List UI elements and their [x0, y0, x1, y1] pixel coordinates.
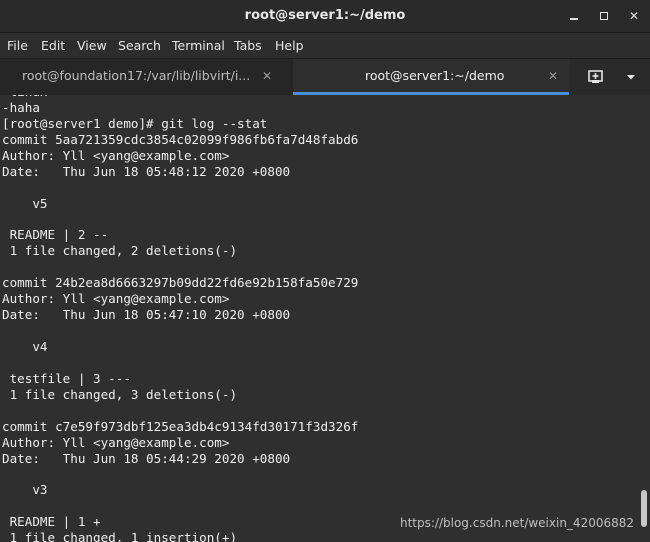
terminal-line: commit c7e59f973dbf125ea3db4c9134fd30171…	[2, 418, 359, 434]
terminal-line: -haha	[2, 99, 40, 115]
tab-label: root@foundation17:/var/lib/libvirt/i...	[22, 68, 251, 83]
terminal-lines: -linux-haha[root@server1 demo]# git log …	[2, 95, 358, 542]
terminal-line: commit 5aa721359cdc3854c02099f986fb6fa7d…	[2, 131, 359, 147]
scroll-thumb[interactable]	[641, 490, 647, 527]
terminal-line: Date: Thu Jun 18 05:47:10 2020 +0800	[2, 307, 291, 323]
menu-view[interactable]: View	[77, 33, 107, 58]
menu-help[interactable]: Help	[275, 33, 304, 58]
maximize-button[interactable]	[594, 6, 614, 26]
title-bar[interactable]: root@server1:~/demo ✕	[0, 0, 650, 33]
terminal-line: Author: Yll <yang@example.com>	[2, 291, 230, 307]
menu-bar: File Edit View Search Terminal Tabs Help	[0, 33, 650, 58]
tab-bar: root@foundation17:/var/lib/libvirt/i... …	[0, 58, 650, 96]
terminal-line: Author: Yll <yang@example.com>	[2, 434, 230, 450]
minimize-button[interactable]	[564, 6, 584, 26]
terminal-line: 1 file changed, 2 deletions(-)	[2, 243, 238, 259]
menu-terminal[interactable]: Terminal	[172, 33, 225, 58]
tab-label: root@server1:~/demo	[365, 68, 505, 83]
tab-close-icon[interactable]: ✕	[262, 59, 272, 93]
tab-foundation[interactable]: root@foundation17:/var/lib/libvirt/i... …	[0, 59, 293, 95]
terminal-line: Author: Yll <yang@example.com>	[2, 147, 230, 163]
terminal-line: v5	[2, 195, 48, 211]
menu-tabs[interactable]: Tabs	[234, 33, 262, 58]
terminal-output[interactable]: -linux-haha[root@server1 demo]# git log …	[0, 95, 638, 542]
terminal-line: testfile | 3 ---	[2, 370, 131, 386]
menu-search[interactable]: Search	[118, 33, 161, 58]
tab-server1[interactable]: root@server1:~/demo ✕	[293, 59, 569, 95]
maximize-icon	[600, 12, 608, 20]
new-tab-button[interactable]	[580, 65, 610, 89]
window-title: root@server1:~/demo	[244, 8, 406, 23]
menu-file[interactable]: File	[7, 33, 28, 58]
terminal-line: v3	[2, 482, 48, 498]
terminal-line: commit 24b2ea8d6663297b09dd22fd6e92b158f…	[2, 275, 359, 291]
terminal-line: README | 2 --	[2, 227, 109, 243]
new-tab-icon	[588, 70, 603, 83]
terminal-window: root@server1:~/demo ✕ File Edit View Sea…	[0, 0, 650, 542]
chevron-down-icon	[627, 75, 635, 80]
terminal-line: 1 file changed, 1 insertion(+)	[2, 530, 238, 542]
terminal-line: README | 1 +	[2, 514, 101, 530]
watermark: https://blog.csdn.net/weixin_42006882	[400, 516, 635, 530]
terminal-line: Date: Thu Jun 18 05:44:29 2020 +0800	[2, 450, 291, 466]
close-button[interactable]: ✕	[624, 6, 644, 26]
tab-menu-button[interactable]	[618, 65, 642, 89]
terminal-line: Date: Thu Jun 18 05:48:12 2020 +0800	[2, 163, 291, 179]
terminal-line: v4	[2, 339, 48, 354]
menu-edit[interactable]: Edit	[41, 33, 65, 58]
terminal-scrollbar[interactable]	[638, 95, 650, 542]
terminal-line: 1 file changed, 3 deletions(-)	[2, 386, 238, 402]
terminal-line: [root@server1 demo]# git log --stat	[2, 115, 268, 131]
minimize-icon	[570, 18, 578, 20]
tab-close-icon[interactable]: ✕	[548, 59, 558, 93]
close-icon: ✕	[628, 9, 640, 23]
